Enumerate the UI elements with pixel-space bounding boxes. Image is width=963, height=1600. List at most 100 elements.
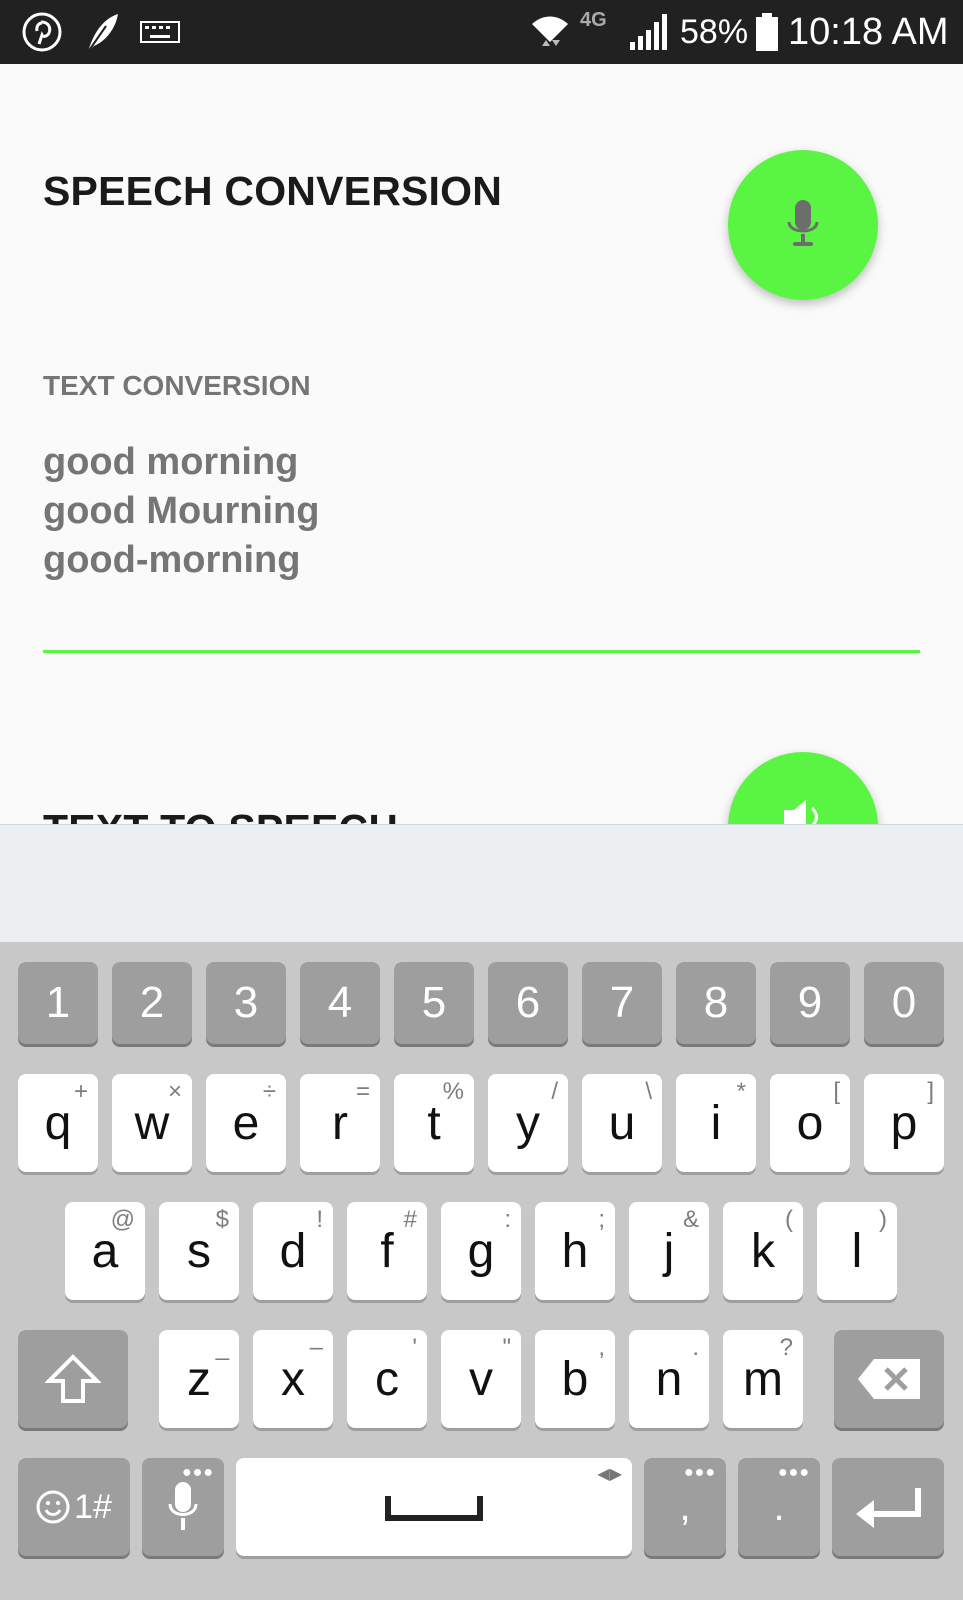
key-6[interactable]: 6 bbox=[488, 962, 568, 1044]
space-icon bbox=[385, 1496, 483, 1521]
key-label: x bbox=[281, 1352, 305, 1406]
key-g[interactable]: :g bbox=[441, 1202, 521, 1300]
key-s[interactable]: $ s bbox=[159, 1202, 239, 1300]
key-label: e bbox=[232, 1096, 260, 1150]
key-q[interactable]: + q bbox=[18, 1074, 98, 1172]
key-hint: & bbox=[682, 1206, 699, 1233]
key-hint: * bbox=[736, 1078, 746, 1105]
key-4[interactable]: 4 bbox=[300, 962, 380, 1044]
key-l[interactable]: ) l bbox=[817, 1202, 897, 1300]
key-k[interactable]: (k bbox=[723, 1202, 803, 1300]
key-0[interactable]: 0 bbox=[864, 962, 944, 1044]
result-line: good Mourning bbox=[43, 490, 320, 532]
speaker-fab-button[interactable] bbox=[728, 752, 878, 824]
key-x[interactable]: – x bbox=[253, 1330, 333, 1428]
key-h[interactable]: ; h bbox=[535, 1202, 615, 1300]
key-label: c bbox=[375, 1352, 399, 1406]
key-label: 0 bbox=[891, 978, 917, 1027]
backspace-key[interactable] bbox=[834, 1330, 944, 1428]
key-label: y bbox=[516, 1096, 540, 1150]
emoji-symbols-key[interactable]: 1# bbox=[18, 1458, 130, 1556]
key-label: h bbox=[561, 1224, 589, 1278]
key-d[interactable]: ! d bbox=[253, 1202, 333, 1300]
backspace-icon bbox=[858, 1359, 920, 1399]
signal-icon bbox=[628, 0, 668, 64]
key-hint: ) bbox=[879, 1206, 887, 1233]
key-5[interactable]: 5 bbox=[394, 962, 474, 1044]
feather-icon bbox=[82, 0, 122, 64]
key-hint: [ bbox=[833, 1078, 840, 1105]
enter-key[interactable] bbox=[832, 1458, 944, 1556]
key-hint: : bbox=[504, 1206, 511, 1233]
shift-key[interactable] bbox=[18, 1330, 128, 1428]
key-f[interactable]: # f bbox=[347, 1202, 427, 1300]
key-c[interactable]: ' c bbox=[347, 1330, 427, 1428]
key-label: n bbox=[655, 1352, 683, 1406]
key-label: 1 bbox=[45, 978, 71, 1027]
key-v[interactable]: " v bbox=[441, 1330, 521, 1428]
key-i[interactable]: * i bbox=[676, 1074, 756, 1172]
key-hint: / bbox=[551, 1078, 558, 1105]
space-bar[interactable]: ◀▶ bbox=[236, 1458, 632, 1556]
key-label: p bbox=[890, 1096, 918, 1150]
period-key[interactable]: ●●● . bbox=[738, 1458, 820, 1556]
comma-key[interactable]: ●●● , bbox=[644, 1458, 726, 1556]
key-label: m bbox=[743, 1352, 783, 1406]
key-hint: ÷ bbox=[262, 1078, 276, 1105]
key-hint: $ bbox=[215, 1206, 229, 1233]
speech-conversion-title: SPEECH CONVERSION bbox=[43, 168, 503, 214]
key-hint: = bbox=[355, 1078, 370, 1105]
key-9[interactable]: 9 bbox=[770, 962, 850, 1044]
pinterest-icon bbox=[22, 0, 62, 64]
key-hint: × bbox=[167, 1078, 182, 1105]
key-hint: . bbox=[692, 1334, 699, 1361]
microphone-icon bbox=[787, 200, 819, 246]
conversion-results: good morning good Mourning good-morning bbox=[43, 438, 319, 585]
key-label: d bbox=[279, 1224, 307, 1278]
key-3[interactable]: 3 bbox=[206, 962, 286, 1044]
keyboard-icon bbox=[140, 0, 180, 64]
key-label: 3 bbox=[233, 978, 259, 1027]
key-hint: ! bbox=[316, 1206, 323, 1233]
key-label: 8 bbox=[703, 978, 729, 1027]
key-o[interactable]: [o bbox=[770, 1074, 850, 1172]
key-hint: # bbox=[403, 1206, 417, 1233]
key-label: q bbox=[44, 1096, 72, 1150]
key-hint: + bbox=[73, 1078, 88, 1105]
key-n[interactable]: .n bbox=[629, 1330, 709, 1428]
key-a[interactable]: @ a bbox=[65, 1202, 145, 1300]
clock: 10:18 AM bbox=[788, 10, 949, 53]
key-m[interactable]: ? m bbox=[723, 1330, 803, 1428]
key-e[interactable]: ÷ e bbox=[206, 1074, 286, 1172]
mic-fab-button[interactable] bbox=[728, 150, 878, 300]
key-b[interactable]: ,b bbox=[535, 1330, 615, 1428]
suggestion-strip bbox=[0, 824, 963, 943]
key-z[interactable]: _ z bbox=[159, 1330, 239, 1428]
key-label: 9 bbox=[797, 978, 823, 1027]
key-hint: ; bbox=[598, 1206, 605, 1233]
key-label: 2 bbox=[139, 978, 165, 1027]
enter-icon bbox=[856, 1488, 921, 1528]
key-r[interactable]: = r bbox=[300, 1074, 380, 1172]
shift-icon bbox=[45, 1354, 101, 1403]
more-dots-icon: ●●● bbox=[684, 1464, 716, 1481]
key-1[interactable]: 1 bbox=[18, 962, 98, 1044]
key-label: 7 bbox=[609, 978, 635, 1027]
key-2[interactable]: 2 bbox=[112, 962, 192, 1044]
key-t[interactable]: % t bbox=[394, 1074, 474, 1172]
key-8[interactable]: 8 bbox=[676, 962, 756, 1044]
key-w[interactable]: × w bbox=[112, 1074, 192, 1172]
key-hint: " bbox=[502, 1334, 511, 1361]
key-label: 5 bbox=[421, 978, 447, 1027]
key-7[interactable]: 7 bbox=[582, 962, 662, 1044]
key-p[interactable]: ] p bbox=[864, 1074, 944, 1172]
status-bar: 4G 58% 10:18 AM bbox=[0, 0, 963, 64]
key-label: z bbox=[187, 1352, 211, 1406]
key-j[interactable]: & j bbox=[629, 1202, 709, 1300]
key-hint: ? bbox=[779, 1334, 793, 1361]
key-u[interactable]: \ u bbox=[582, 1074, 662, 1172]
key-label: g bbox=[467, 1224, 495, 1278]
voice-input-key[interactable]: ●●● bbox=[142, 1458, 224, 1556]
key-y[interactable]: / y bbox=[488, 1074, 568, 1172]
results-divider bbox=[43, 650, 920, 653]
